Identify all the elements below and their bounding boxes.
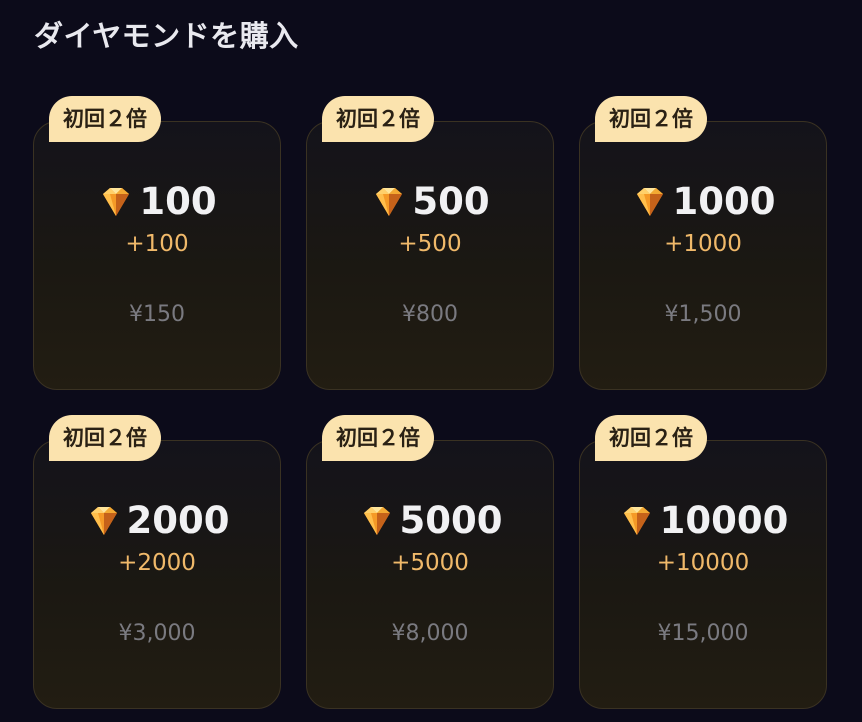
diamond-amount: 1000 [672, 180, 776, 223]
package-card-1000[interactable]: 初回２倍 1000 +1000 ¥1,500 [579, 96, 827, 390]
price-label: ¥15,000 [657, 621, 749, 646]
first-purchase-badge: 初回２倍 [49, 96, 161, 142]
package-grid: 初回２倍 100 +100 ¥150 初回２倍 500 +500 ¥800 初回… [33, 96, 829, 709]
bonus-amount: +500 [398, 231, 462, 257]
package-card-2000[interactable]: 初回２倍 2000 +2000 ¥3,000 [33, 415, 281, 709]
bonus-amount: +100 [125, 231, 189, 257]
first-purchase-badge: 初回２倍 [595, 415, 707, 461]
diamond-icon [636, 188, 663, 216]
price-label: ¥1,500 [664, 302, 742, 327]
bonus-amount: +1000 [664, 231, 742, 257]
bonus-amount: +5000 [391, 550, 469, 576]
first-purchase-badge: 初回２倍 [49, 415, 161, 461]
bonus-amount: +10000 [656, 550, 750, 576]
amount-row: 2000 [33, 495, 281, 547]
bonus-amount: +2000 [118, 550, 196, 576]
package-card-100[interactable]: 初回２倍 100 +100 ¥150 [33, 96, 281, 390]
first-purchase-badge: 初回２倍 [322, 96, 434, 142]
price-label: ¥3,000 [118, 621, 196, 646]
package-card-10000[interactable]: 初回２倍 10000 +10000 ¥15,000 [579, 415, 827, 709]
diamond-icon [623, 507, 650, 535]
package-card-500[interactable]: 初回２倍 500 +500 ¥800 [306, 96, 554, 390]
first-purchase-badge: 初回２倍 [595, 96, 707, 142]
amount-row: 1000 [579, 176, 827, 228]
page-title: ダイヤモンドを購入 [34, 19, 299, 53]
diamond-amount: 500 [412, 180, 490, 223]
diamond-amount: 100 [139, 180, 217, 223]
amount-row: 500 [306, 176, 554, 228]
diamond-amount: 2000 [126, 499, 230, 542]
price-label: ¥8,000 [391, 621, 469, 646]
diamond-amount: 5000 [399, 499, 503, 542]
amount-row: 10000 [579, 495, 827, 547]
price-label: ¥150 [129, 302, 185, 327]
package-card-5000[interactable]: 初回２倍 5000 +5000 ¥8,000 [306, 415, 554, 709]
diamond-icon [376, 188, 403, 216]
amount-row: 5000 [306, 495, 554, 547]
first-purchase-badge: 初回２倍 [322, 415, 434, 461]
price-label: ¥800 [402, 302, 458, 327]
amount-row: 100 [33, 176, 281, 228]
diamond-icon [103, 188, 130, 216]
diamond-icon [90, 507, 117, 535]
diamond-icon [363, 507, 390, 535]
diamond-amount: 10000 [659, 499, 789, 542]
